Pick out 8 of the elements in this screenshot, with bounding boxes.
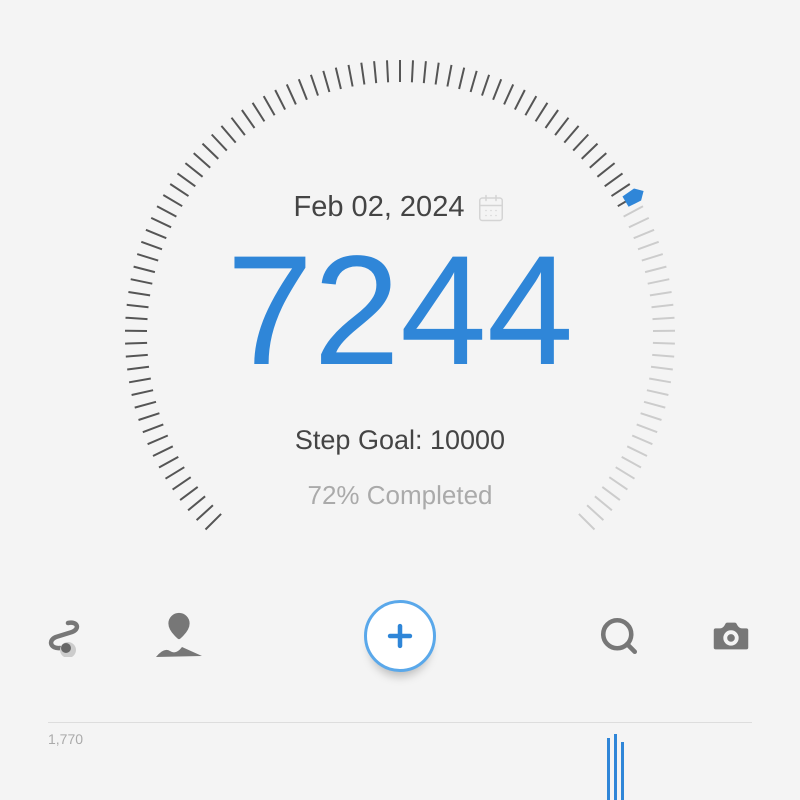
step-count: 7244	[226, 236, 574, 386]
step-bars-drawing	[606, 734, 626, 800]
search-icon[interactable]	[598, 615, 640, 657]
chart-max-label: 1,770	[48, 730, 84, 749]
progress-marker-icon	[622, 188, 644, 207]
date-label: Feb 02, 2024	[294, 190, 464, 225]
completion-label: 72% Completed	[308, 479, 492, 512]
step-goal-label: Step Goal: 10000	[294, 424, 506, 457]
